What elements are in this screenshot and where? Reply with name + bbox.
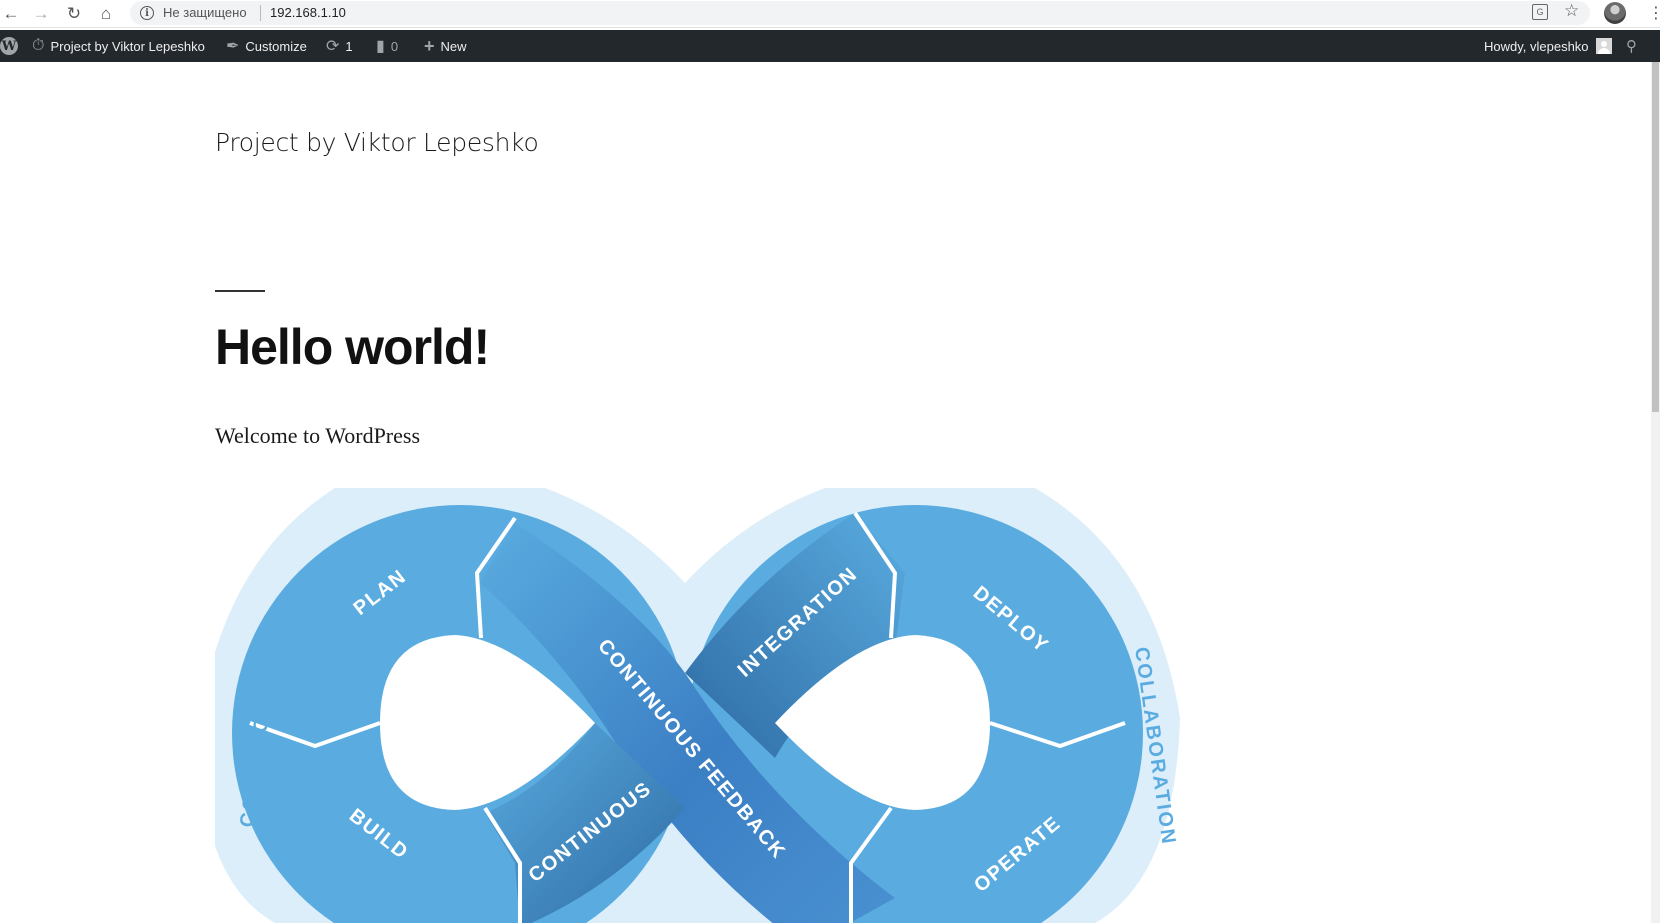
omnibox-divider [260, 5, 261, 21]
wordpress-logo-icon: W [0, 37, 18, 55]
security-status: Не защищено [163, 5, 247, 20]
url-text[interactable]: 192.168.1.10 [270, 5, 346, 20]
info-icon[interactable]: i [140, 6, 154, 20]
title-divider [215, 290, 265, 292]
new-label: New [440, 38, 467, 54]
wp-admin-bar: W ⏱ Project by Viktor Lepeshko ✒ Customi… [0, 30, 1660, 62]
site-name-menu[interactable]: ⏱ Project by Viktor Lepeshko [32, 30, 205, 62]
address-bar[interactable]: i Не защищено 192.168.1.10 [130, 1, 1590, 25]
forward-icon[interactable]: → [30, 3, 52, 25]
customize-link[interactable]: ✒ Customize [226, 30, 307, 62]
customize-label: Customize [245, 38, 307, 54]
post-title[interactable]: Hello world! [215, 318, 490, 376]
wp-logo-menu[interactable]: W [0, 30, 18, 62]
brush-icon: ✒ [226, 38, 240, 55]
howdy-label: Howdy, vlepeshko [1484, 38, 1589, 54]
comments-count: 0 [390, 38, 399, 54]
back-icon[interactable]: ← [0, 3, 22, 25]
comments-link[interactable]: ▮ 0 [376, 30, 398, 62]
comment-bubble-icon: ▮ [376, 38, 385, 55]
updates-link[interactable]: ⟳ 1 [326, 30, 353, 62]
browser-toolbar: ← → ↻ ⌂ i Не защищено 192.168.1.10 G ☆ ⋮ [0, 0, 1660, 28]
new-content-menu[interactable]: + New [424, 30, 467, 62]
devops-infinity-diagram: PLAN BUILD CONTINUOUS CONTINUOUS FEEDBAC… [215, 488, 1225, 923]
home-icon[interactable]: ⌂ [95, 3, 117, 25]
updates-icon: ⟳ [326, 38, 340, 55]
page-scrollbar[interactable] [1651, 62, 1660, 923]
search-toggle[interactable]: ⚲ [1626, 30, 1637, 62]
translate-icon[interactable]: G [1532, 4, 1548, 20]
reload-icon[interactable]: ↻ [63, 3, 85, 25]
my-account-menu[interactable]: Howdy, vlepeshko [1484, 30, 1612, 62]
site-title[interactable]: Project by Viktor Lepeshko [215, 128, 539, 157]
user-avatar [1595, 38, 1612, 54]
scrollbar-thumb[interactable] [1652, 62, 1659, 412]
updates-count: 1 [345, 38, 353, 54]
search-icon: ⚲ [1626, 38, 1637, 55]
post-body-text: Welcome to WordPress [215, 423, 421, 448]
plus-icon: + [424, 35, 435, 56]
bookmark-star-icon[interactable]: ☆ [1564, 1, 1579, 21]
dashboard-icon: ⏱ [32, 37, 45, 54]
site-name-label: Project by Viktor Lepeshko [50, 38, 205, 54]
profile-avatar[interactable] [1604, 2, 1626, 24]
browser-menu-icon[interactable]: ⋮ [1648, 3, 1660, 23]
